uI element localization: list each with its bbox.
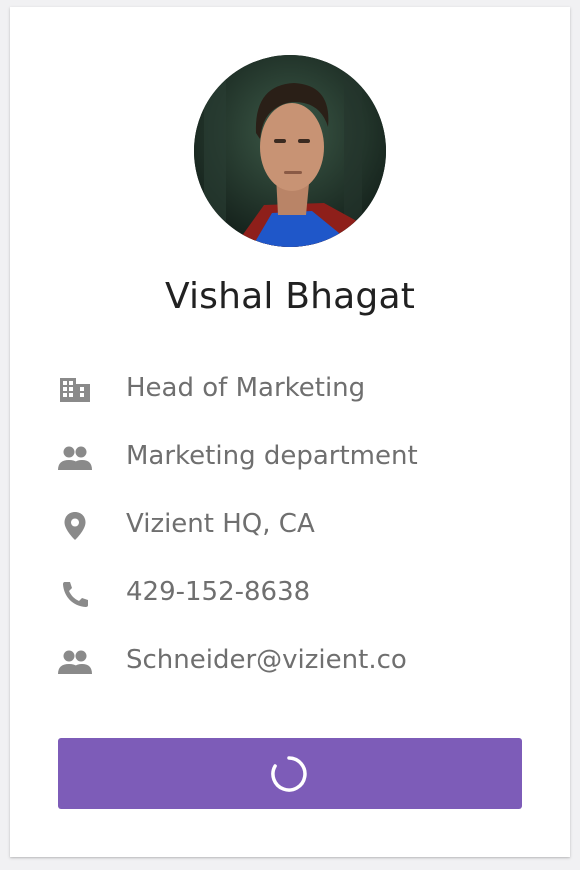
profile-card: Vishal Bhagat Head of Marketing Marketin… xyxy=(10,7,570,857)
location-pin-icon xyxy=(58,512,92,540)
detail-text[interactable]: Schneider@vizient.co xyxy=(126,640,407,680)
detail-row-email[interactable]: Schneider@vizient.co xyxy=(58,640,528,680)
profile-name: Vishal Bhagat xyxy=(164,276,416,317)
phone-icon xyxy=(58,580,92,608)
spinner-icon xyxy=(269,754,309,794)
avatar xyxy=(194,55,386,247)
detail-row-department: Marketing department xyxy=(58,436,528,476)
detail-text: Marketing department xyxy=(126,441,418,471)
detail-row-phone[interactable]: 429-152-8638 xyxy=(58,572,528,612)
detail-text[interactable]: 429-152-8638 xyxy=(126,572,310,612)
people-icon xyxy=(58,444,92,472)
detail-text: Vizient HQ, CA xyxy=(126,509,315,539)
detail-row-title: Head of Marketing xyxy=(58,368,528,408)
detail-text: Head of Marketing xyxy=(126,373,366,403)
people-icon xyxy=(58,648,92,676)
detail-row-location: Vizient HQ, CA xyxy=(58,504,528,544)
action-button[interactable] xyxy=(58,738,522,809)
building-icon xyxy=(58,376,92,404)
